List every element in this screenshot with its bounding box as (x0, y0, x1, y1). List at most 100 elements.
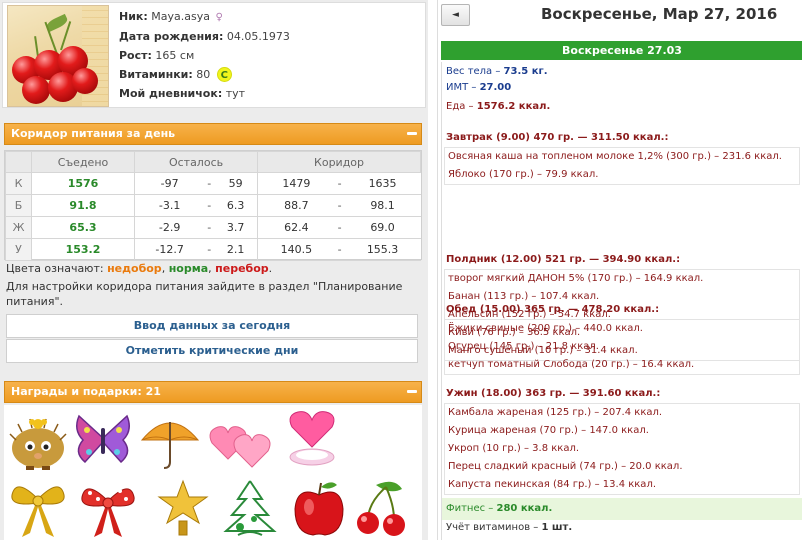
profile-nick-row: Ник: Maya.asya ♀ (119, 7, 290, 27)
meal-item[interactable]: Яблоко (170 гр.) – 79.9 ккал. (445, 166, 799, 184)
vitamins-label: Витаминки: (119, 68, 193, 81)
hedgehog-icon[interactable] (6, 410, 70, 472)
awards-grid (4, 405, 422, 540)
col-left: Осталось (133, 151, 259, 173)
day-title: Воскресенье, Мар 27, 2016 (541, 5, 778, 23)
meal-item[interactable]: Курица жареная (70 гр.) – 147.0 ккал. (445, 422, 799, 440)
row-label: Ж (5, 216, 32, 239)
apple-icon[interactable] (287, 477, 351, 539)
page: Ник: Maya.asya ♀ Дата рождения: 04.05.19… (0, 0, 802, 540)
corridor-panel-header[interactable]: Коридор питания за день (4, 123, 422, 145)
vitamins-value: 80 (196, 68, 211, 81)
vitamins-count-label: Учёт витаминов (446, 522, 531, 533)
meal-item[interactable]: Перец сладкий красный (74 гр.) – 20.0 кк… (445, 458, 799, 476)
avatar[interactable] (7, 5, 109, 107)
meal-item[interactable]: Овсяная каша на топленом молоке 1,2% (30… (445, 148, 799, 166)
diary-link[interactable]: тут (226, 87, 245, 100)
meal-item[interactable]: Капуста пекинская (84 гр.) – 13.4 ккал. (445, 476, 799, 494)
meal-item[interactable]: творог мягкий ДАНОН 5% (170 гр.) – 164.9… (445, 270, 799, 288)
butterfly-icon[interactable] (71, 408, 135, 470)
row-label: Б (5, 194, 32, 217)
profile-diary-row: Мой дневничок: тут (119, 84, 290, 103)
meal-items: Овсяная каша на топленом молоке 1,2% (30… (444, 147, 800, 185)
bmi-value: 27.00 (479, 82, 512, 93)
corridor-min: 62.4 (257, 216, 335, 239)
nick-label: Ник: (119, 10, 148, 23)
cherry (72, 68, 98, 94)
nick-value[interactable]: Maya.asya (151, 10, 210, 23)
meal-item[interactable]: Ёжики свиные (200 гр.) – 440.0 ккал. (445, 320, 799, 338)
eaten-value: 1576 (31, 172, 135, 195)
corridor-row: У 153.2 -12.7-2.1 140.5-155.3 (5, 238, 421, 261)
corridor-row: Б 91.8 -3.1-6.3 88.7-98.1 (5, 194, 421, 217)
meal-item[interactable]: Укроп (10 гр.) – 3.8 ккал. (445, 440, 799, 458)
dash: - (204, 194, 215, 217)
star-icon[interactable] (151, 477, 215, 539)
corridor-table-box: Съедено Осталось Коридор К 1576 -97-59 1479… (4, 150, 422, 261)
heart-box-icon[interactable] (280, 407, 344, 469)
enter-data-button[interactable]: Ввод данных за сегодня (6, 314, 418, 338)
eaten-value: 65.3 (31, 216, 135, 239)
vitamins-line: Учёт витаминов – 1 шт. (446, 522, 573, 533)
umbrella-icon[interactable] (138, 410, 202, 472)
left-max: 3.7 (214, 216, 259, 239)
col-eaten: Съедено (31, 151, 135, 173)
dash: - (204, 216, 215, 239)
red-bow-icon[interactable] (76, 477, 140, 539)
weight-line: Вес тела – 73.5 кг. (446, 66, 548, 77)
left-max: 2.1 (214, 238, 259, 261)
meal-title: Ужин (18.00) 363 гр. — 391.60 ккал.: (446, 388, 661, 399)
prev-day-button[interactable]: ◄ (441, 4, 470, 26)
corridor-row: Ж 65.3 -2.9-3.7 62.4-69.0 (5, 216, 421, 239)
fitness-value: 280 ккал. (496, 503, 553, 514)
meal-item[interactable]: Камбала жареная (125 гр.) – 207.4 ккал. (445, 404, 799, 422)
left-max: 6.3 (214, 194, 259, 217)
right-column: ◄ Воскресенье, Мар 27, 2016 Воскресенье … (437, 0, 802, 540)
birth-label: Дата рождения: (119, 30, 224, 43)
corridor-max: 69.0 (344, 216, 421, 239)
food-label: Еда (446, 101, 466, 112)
bmi-label: ИМТ (446, 82, 469, 93)
fitness-line: Фитнес – 280 ккал. (442, 498, 802, 520)
eaten-value: 153.2 (31, 238, 135, 261)
dash: - (334, 238, 345, 261)
profile-vitamins-row: Витаминки: 80 C (119, 65, 290, 84)
corner-cell (5, 151, 32, 173)
cherries-icon[interactable] (350, 477, 414, 539)
corridor-title: Коридор питания за день (11, 127, 176, 140)
meal-item[interactable]: Огурец (145 гр.) – 21.8 ккал. (445, 338, 799, 356)
vitamins-count: 1 шт. (541, 522, 573, 533)
corridor-hint: Для настройки коридора питания зайдите в… (6, 280, 403, 308)
corridor-max: 98.1 (344, 194, 421, 217)
row-label: У (5, 238, 32, 261)
fitness-label: Фитнес (446, 503, 486, 514)
left-max: 59 (214, 172, 259, 195)
collapse-icon[interactable] (407, 390, 417, 393)
cherry (22, 76, 50, 104)
row-label: К (5, 172, 32, 195)
awards-panel-header[interactable]: Награды и подарки: 21 (4, 381, 422, 403)
corridor-header-row: Съедено Осталось Коридор (5, 151, 421, 173)
food-line: Еда – 1576.2 ккал. (446, 101, 551, 112)
height-label: Рост: (119, 49, 152, 62)
tree-icon[interactable] (218, 477, 282, 539)
profile-height-row: Рост: 165 см (119, 46, 290, 65)
hearts-icon[interactable] (208, 413, 272, 475)
food-value: 1576.2 ккал. (476, 101, 551, 112)
critical-days-button[interactable]: Отметить критические дни (6, 339, 418, 363)
diary-panel: Вес тела – 73.5 кг. ИМТ – 27.00 Еда – 15… (441, 62, 802, 540)
profile-birth-row: Дата рождения: 04.05.1973 (119, 27, 290, 46)
gold-bow-icon[interactable] (6, 477, 70, 539)
collapse-icon[interactable] (407, 132, 417, 135)
meal-title: Обед (15.00) 365 гр. — 478.20 ккал.: (446, 304, 660, 315)
female-icon: ♀ (215, 12, 223, 23)
legend-prefix: Цвета означают: (6, 262, 104, 275)
meal-item[interactable]: кетчуп томатный Слобода (20 гр.) – 16.4 … (445, 356, 799, 374)
left-column: Ник: Maya.asya ♀ Дата рождения: 04.05.19… (0, 0, 428, 540)
dash: - (204, 172, 215, 195)
weight-value: 73.5 кг. (503, 66, 548, 77)
dash: - (334, 194, 345, 217)
dash: - (204, 238, 215, 261)
awards-title: Награды и подарки: 21 (11, 385, 161, 398)
bmi-line: ИМТ – 27.00 (446, 82, 512, 93)
